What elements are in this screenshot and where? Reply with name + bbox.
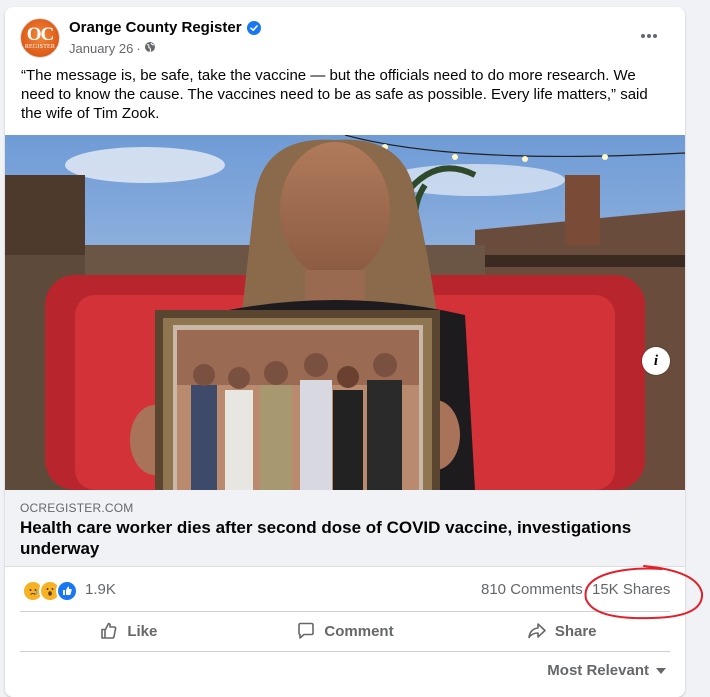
thumbs-up-icon [101,622,117,639]
link-preview[interactable]: OCREGISTER.COM Health care worker dies a… [5,490,685,567]
share-label: Share [554,622,597,640]
page-name-row: Orange County Register [69,19,261,36]
caret-down-icon [656,667,666,674]
post-meta: January 26 · [69,41,156,56]
public-globe-icon [144,41,156,56]
page-name[interactable]: Orange County Register [69,19,242,36]
post-text: “The message is, be safe, take the vacci… [21,67,648,122]
shares-count[interactable]: 15K Shares [592,581,670,598]
comments-count[interactable]: 810 Comments [481,581,583,598]
share-button[interactable]: Share [453,612,670,650]
info-icon[interactable]: i [642,347,670,375]
page-avatar[interactable]: OC REGISTER [20,18,60,58]
reaction-icons[interactable] [22,580,78,602]
link-domain: OCREGISTER.COM [20,501,134,515]
like-label: Like [127,622,158,640]
engagement-stats: 1.9K 810 Comments 15K Shares [5,567,685,611]
link-headline[interactable]: Health care worker dies after second dos… [20,517,640,559]
article-photo[interactable] [5,135,685,490]
sort-label: Most Relevant [547,662,649,679]
like-button[interactable]: Like [20,612,237,650]
avatar-logo-subtext: REGISTER [24,43,56,50]
comment-button[interactable]: Comment [237,612,454,650]
verified-badge-icon [246,20,261,35]
reaction-count[interactable]: 1.9K [85,581,116,598]
comment-sort-dropdown[interactable]: Most Relevant [547,662,667,679]
post-card: OC REGISTER Orange County Register Janua… [5,7,685,697]
share-arrow-icon [528,623,546,639]
comment-bubble-icon [298,622,315,639]
post-date[interactable]: January 26 [69,41,133,56]
action-bar: Like Comment Share [20,612,670,650]
comment-label: Comment [324,622,394,640]
actions-divider [20,651,670,652]
avatar-logo-text: OC [26,23,54,45]
meta-separator: · [136,41,141,56]
more-options-icon[interactable] [631,23,667,49]
like-reaction-icon [56,580,78,602]
